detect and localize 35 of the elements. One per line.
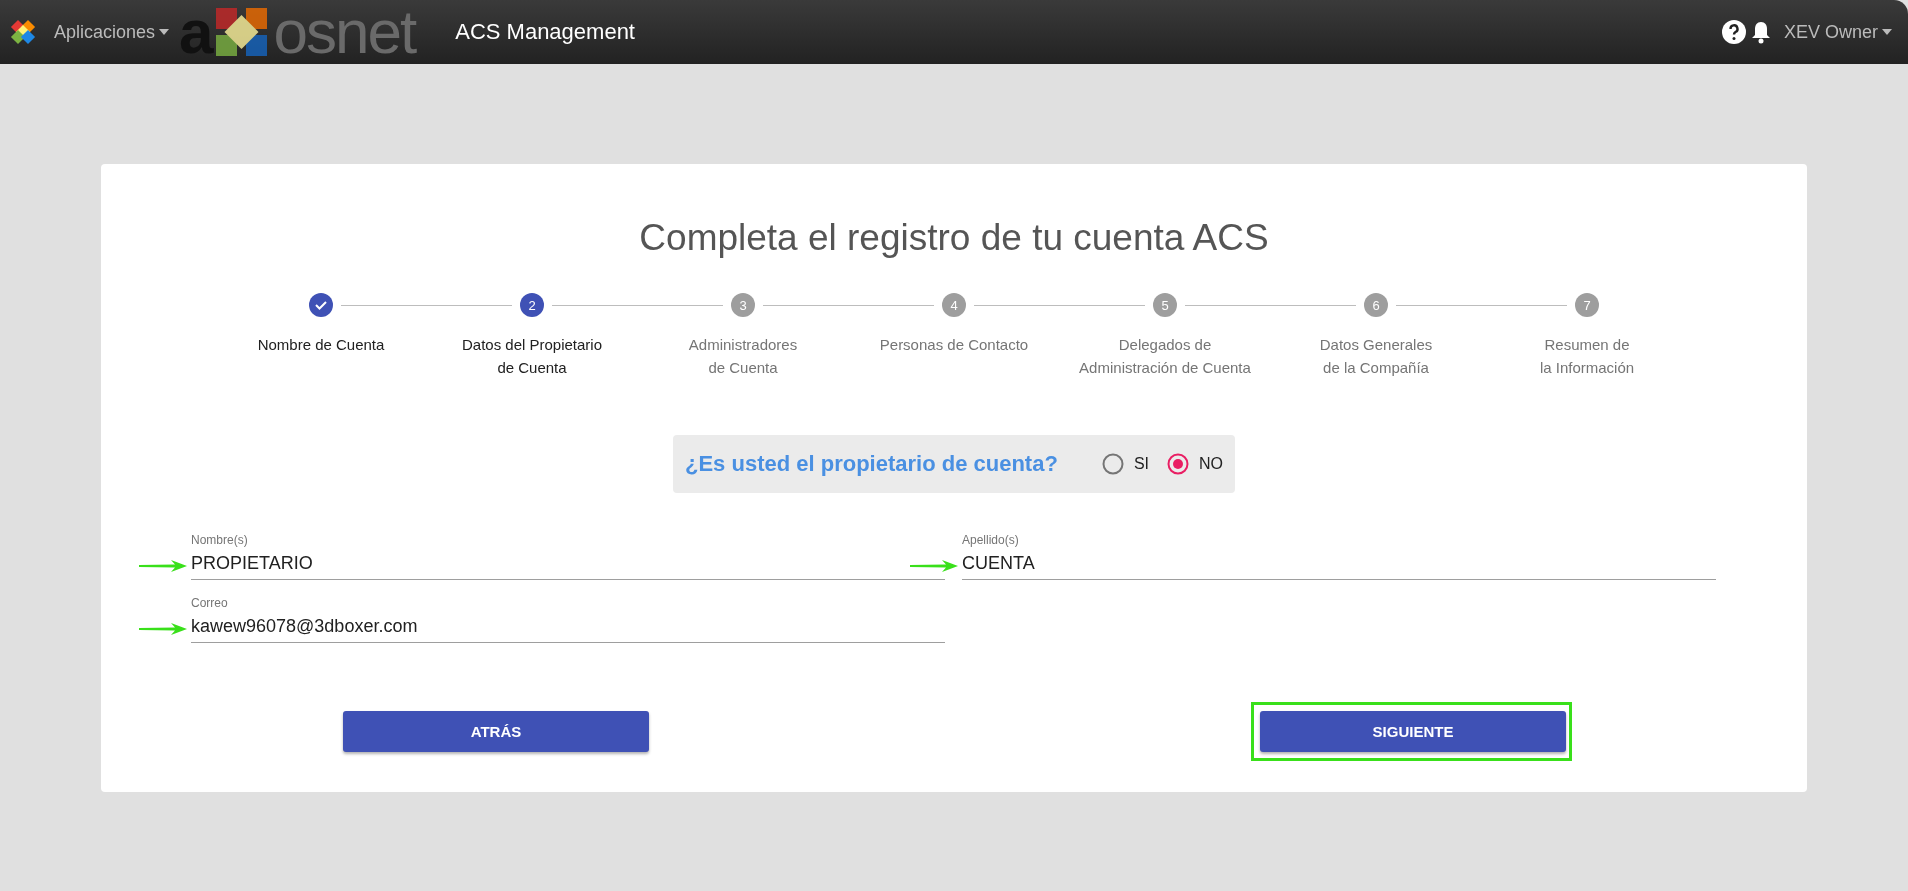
radio-option[interactable]: SI — [1101, 453, 1149, 475]
text-field[interactable]: PROPIETARIO — [191, 553, 945, 580]
step-number: 2 — [520, 293, 544, 317]
step-label: Administradores de Cuenta — [687, 335, 799, 378]
step-label: Datos del Propietario de Cuenta — [460, 335, 604, 378]
step-label: Nombre de Cuenta — [256, 335, 386, 355]
step-label: Resumen de la Información — [1538, 335, 1636, 378]
step-label: Datos Generales de la Compañía — [1318, 335, 1434, 378]
app-title: ACS Management — [455, 19, 635, 45]
step-label: Personas de Contacto — [878, 335, 1030, 355]
caret-icon — [159, 29, 170, 35]
step-number: 6 — [1364, 293, 1388, 317]
field-label: Correo — [191, 596, 228, 610]
step-number: 3 — [731, 293, 755, 317]
step-number: 5 — [1153, 293, 1177, 317]
step-number: 7 — [1575, 293, 1599, 317]
field-label: Nombre(s) — [191, 533, 248, 547]
nav-button[interactable]: ATRÁS — [343, 711, 649, 752]
text-field[interactable]: kawew96078@3dboxer.com — [191, 616, 945, 643]
caret-icon — [1882, 29, 1892, 35]
step-number: 4 — [942, 293, 966, 317]
radio-icon[interactable] — [1167, 453, 1189, 475]
nav-button[interactable]: SIGUIENTE — [1260, 711, 1566, 752]
brand-text: osnet — [273, 1, 416, 63]
step-label: Delegados de Administración de Cuenta — [1078, 335, 1252, 378]
user-menu[interactable]: XEV Owner — [1783, 21, 1892, 43]
question-text: ¿Es usted el propietario de cuenta? — [685, 451, 1058, 477]
help-icon[interactable] — [1721, 20, 1746, 44]
apps-menu[interactable]: Aplicaciones — [54, 21, 170, 43]
mosaic-logo-icon — [10, 19, 36, 45]
text-field[interactable]: CUENTA — [962, 553, 1716, 580]
radio-option[interactable]: NO — [1167, 453, 1223, 475]
page-title: Completa el registro de tu cuenta ACS — [639, 217, 1269, 259]
field-label: Apellido(s) — [962, 533, 1019, 547]
radio-icon[interactable] — [1101, 453, 1124, 475]
